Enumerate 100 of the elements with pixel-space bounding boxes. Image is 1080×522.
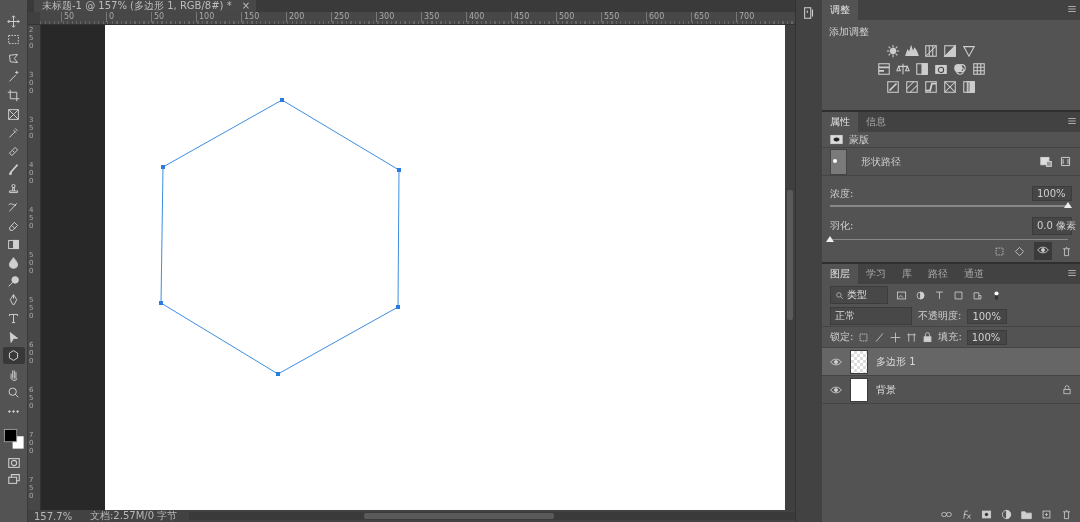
trash-icon[interactable] [1061, 509, 1072, 520]
screen-mode-icon[interactable] [6, 472, 21, 487]
lock-label: 锁定: [830, 330, 854, 344]
scrollbar-thumb[interactable] [364, 513, 555, 519]
pointer-icon [7, 330, 20, 344]
layer-name[interactable]: 多边形 1 [876, 354, 1072, 369]
mask-label: 蒙版 [849, 132, 869, 147]
type-icon [7, 311, 20, 325]
ruler-label: 700 [736, 12, 755, 22]
fill-field[interactable]: 100% [966, 329, 1007, 345]
adjustment-icon[interactable] [876, 62, 891, 76]
checker-lock-icon[interactable] [858, 331, 870, 343]
ruler-label: 200 [286, 12, 305, 22]
adjustment-icon[interactable] [924, 44, 938, 58]
bandage-icon [7, 144, 20, 158]
mask-icon[interactable] [830, 133, 843, 147]
frame-icon [7, 107, 20, 121]
trash-icon[interactable] [1061, 245, 1072, 257]
eyedropper-icon [7, 126, 20, 140]
diamond-icon[interactable] [1014, 245, 1025, 257]
adjustment-icon[interactable] [886, 80, 900, 94]
ruler-label: 50 [61, 12, 75, 22]
panel-tab[interactable]: 库 [894, 264, 920, 284]
ruler-label: 250 [331, 12, 350, 22]
pen-icon [7, 293, 20, 307]
adjustment-filter-icon[interactable] [915, 289, 926, 301]
zoom-icon [7, 386, 20, 400]
wand-icon [7, 70, 20, 84]
adjustment-icon[interactable] [905, 44, 919, 58]
ruler-label: 500 [556, 12, 575, 22]
lock-icon[interactable] [922, 331, 934, 343]
opacity-field[interactable]: 100% [967, 308, 1008, 324]
opacity-label: 不透明度: [918, 309, 962, 323]
folder-icon[interactable] [1021, 509, 1032, 520]
adjustment-icon[interactable] [914, 62, 929, 76]
gradient-icon [7, 237, 20, 251]
panel-tab[interactable]: 属性 [822, 112, 858, 132]
ruler-label: 450 [511, 12, 530, 22]
ruler-label: 350 [421, 12, 440, 22]
color-swatch-icon[interactable] [2, 427, 25, 450]
adjustment-icon[interactable] [943, 80, 957, 94]
new-layer-icon[interactable] [1041, 509, 1052, 520]
adjustment-icon[interactable] [886, 44, 900, 58]
adjustment-icon[interactable] [895, 62, 910, 76]
adjustment-icon[interactable] [905, 80, 919, 94]
hand-icon [7, 367, 20, 381]
tool-button[interactable] [2, 347, 25, 364]
selection-icon[interactable] [994, 245, 1005, 257]
close-button[interactable]: × [241, 0, 251, 12]
slider-thumb[interactable] [1064, 202, 1072, 209]
scrollbar-thumb[interactable] [787, 190, 793, 320]
adjustment-icon[interactable] [962, 44, 976, 58]
eraser-icon [7, 219, 20, 233]
fx-icon[interactable] [961, 509, 972, 520]
adjustment-icon[interactable] [924, 80, 938, 94]
crop-icon [7, 89, 20, 102]
mask-add-icon[interactable] [1040, 155, 1053, 169]
path-transform-icon[interactable] [1059, 155, 1072, 169]
brush-icon [7, 163, 20, 177]
eye-icon[interactable] [1037, 244, 1049, 256]
slider-label: 羽化: [830, 218, 854, 233]
zoom-level[interactable]: 157.7% [28, 510, 90, 522]
properties-icon[interactable] [802, 6, 816, 20]
menu-icon[interactable] [1067, 116, 1077, 126]
type-filter-icon[interactable] [934, 289, 945, 301]
layer-row[interactable]: 背景 [822, 376, 1080, 404]
adjustment-icon[interactable] [952, 62, 967, 76]
document-tab[interactable]: 未标题-1 @ 157% (多边形 1, RGB/8#) * × [34, 0, 257, 12]
brush-lock-icon[interactable] [874, 331, 886, 343]
adjustment-icon[interactable] [971, 62, 986, 76]
move-lock-icon[interactable] [890, 331, 902, 343]
search-icon [835, 290, 844, 300]
value-field[interactable]: 100% [1032, 186, 1072, 202]
menu-icon[interactable] [1067, 4, 1077, 14]
adjustment-icon[interactable] [962, 80, 976, 94]
layer-name[interactable]: 背景 [876, 382, 1054, 397]
panel-tab[interactable]: 图层 [822, 264, 858, 284]
layer-row[interactable]: 多边形 1 [822, 348, 1080, 376]
panel-tab[interactable]: 信息 [858, 112, 894, 132]
blend-mode-dropdown[interactable]: 正常 [830, 307, 912, 325]
menu-icon[interactable] [1067, 268, 1077, 278]
adjustment-icon[interactable] [1001, 509, 1012, 520]
panel-tab[interactable]: 通道 [956, 264, 992, 284]
smart-object-filter-icon[interactable] [972, 289, 983, 301]
image-filter-icon[interactable] [896, 289, 907, 301]
fill-label: 填充: [938, 330, 962, 344]
panel-tab[interactable]: 调整 [822, 0, 858, 20]
filter-dropdown[interactable]: 类型 [830, 286, 888, 304]
mask-icon[interactable] [981, 509, 992, 520]
adjustment-icon[interactable] [943, 44, 957, 58]
marquee-icon [7, 33, 20, 47]
shape-filter-icon[interactable] [953, 289, 964, 301]
adjustment-icon[interactable] [933, 62, 948, 76]
stamp-icon [7, 181, 20, 195]
magnifier-icon [7, 274, 20, 288]
slider-thumb[interactable] [826, 235, 834, 242]
ruler-label: 150 [241, 12, 260, 22]
link-icon[interactable] [941, 509, 952, 520]
panel-tab[interactable]: 学习 [858, 264, 894, 284]
panel-tab[interactable]: 路径 [920, 264, 956, 284]
